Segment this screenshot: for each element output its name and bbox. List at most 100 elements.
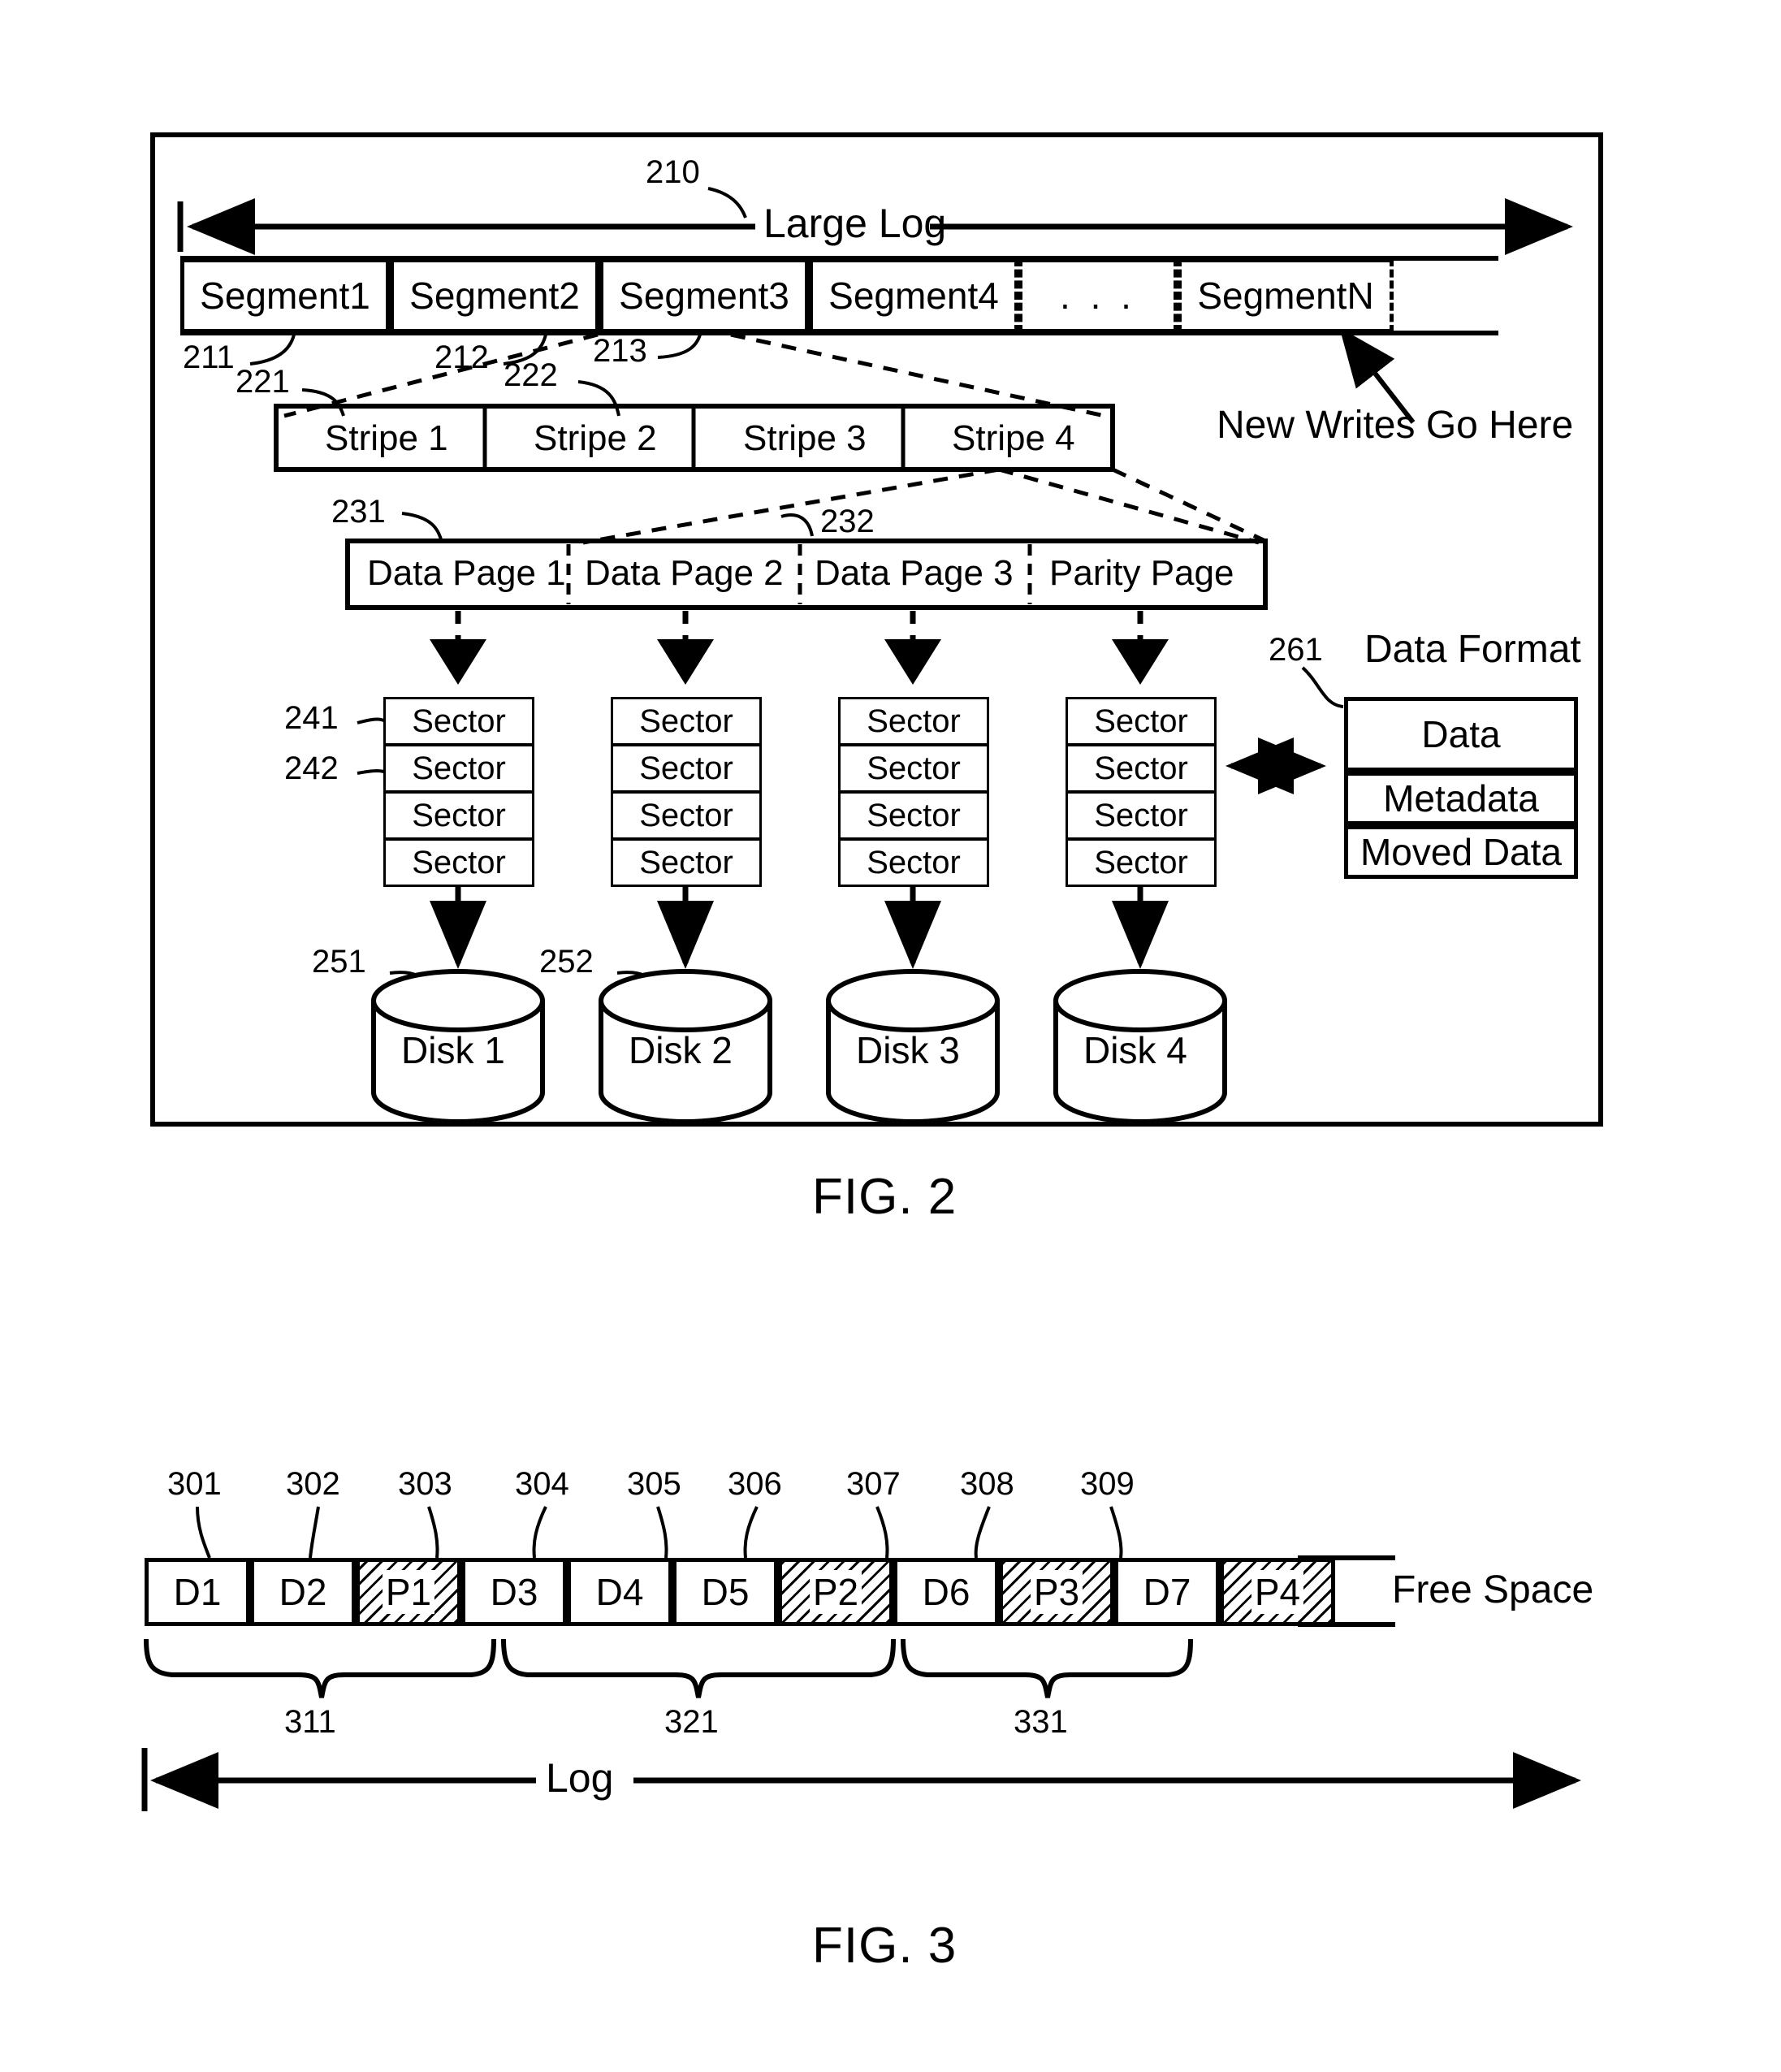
- ref-242: 242: [284, 751, 339, 786]
- ref-261-leader: [1301, 666, 1344, 708]
- brace-311: [144, 1638, 496, 1698]
- sector-cell: Sector: [383, 838, 534, 887]
- sector-cell: Sector: [838, 838, 989, 887]
- segment-label: SegmentN: [1197, 275, 1374, 317]
- ref-303: 303: [398, 1466, 452, 1502]
- ref-212: 212: [434, 340, 489, 375]
- ref-231: 231: [331, 494, 386, 530]
- sector-label: Sector: [867, 703, 961, 739]
- data-format-row-label: Moved Data: [1360, 831, 1562, 873]
- disk-label: Disk 2: [629, 1029, 733, 1071]
- sector-cell: Sector: [383, 791, 534, 840]
- segment-label: Segment1: [200, 275, 370, 317]
- brace-331: [901, 1638, 1193, 1698]
- sector-label: Sector: [1094, 750, 1188, 786]
- log-cell-d3: D3: [461, 1558, 567, 1626]
- parity-page-label: Parity Page: [1049, 553, 1234, 593]
- log-cell-label: P2: [809, 1570, 862, 1614]
- sector-label: Sector: [867, 844, 961, 880]
- sector-label: Sector: [412, 750, 506, 786]
- ref-241: 241: [284, 700, 339, 736]
- segment-label: Segment4: [828, 275, 999, 317]
- log-cell-label: D4: [595, 1571, 644, 1613]
- ref-252: 252: [539, 944, 594, 980]
- log-cell-d2: D2: [250, 1558, 356, 1626]
- log-cell-label: P4: [1251, 1570, 1304, 1614]
- sector-cell: Sector: [838, 791, 989, 840]
- log-cell-label: D3: [490, 1571, 538, 1613]
- ref-303-leader: [427, 1506, 439, 1559]
- data-page-label: Data Page 2: [585, 553, 784, 593]
- ref-311: 311: [284, 1704, 336, 1740]
- segment-label: Segment3: [619, 275, 789, 317]
- log-cell-label: D5: [701, 1571, 750, 1613]
- sector-cell: Sector: [611, 791, 762, 840]
- ref-210-leader: [707, 187, 747, 218]
- data-format-row-metadata: Metadata: [1344, 772, 1578, 825]
- log-cell-label: D6: [922, 1571, 970, 1613]
- ref-222-leader: [577, 380, 620, 417]
- large-log-label: Large Log: [763, 201, 947, 246]
- ref-222: 222: [504, 357, 558, 393]
- sector-cell: Sector: [383, 697, 534, 746]
- stripe-label: Stripe 3: [743, 418, 867, 458]
- log-cell-p4: P4: [1220, 1558, 1335, 1626]
- ref-301-leader: [196, 1506, 211, 1559]
- ref-305: 305: [627, 1466, 681, 1502]
- log-cell-d5: D5: [672, 1558, 778, 1626]
- ref-213: 213: [593, 333, 647, 369]
- data-format-row-label: Data: [1421, 713, 1501, 755]
- sector-label: Sector: [639, 844, 733, 880]
- segment-label: Segment2: [409, 275, 580, 317]
- ref-232: 232: [820, 504, 875, 539]
- segment-cell: Segment4: [809, 258, 1018, 333]
- log-cell-d4: D4: [567, 1558, 672, 1626]
- stripe-label: Stripe 4: [952, 418, 1075, 458]
- ref-211-leader: [249, 334, 296, 366]
- sector-label: Sector: [412, 844, 506, 880]
- sector-cell: Sector: [1066, 791, 1217, 840]
- ref-221: 221: [236, 364, 290, 400]
- brace-321: [501, 1638, 896, 1698]
- ref-306: 306: [728, 1466, 782, 1502]
- log-cell-label: D2: [279, 1571, 327, 1613]
- ref-331: 331: [1014, 1704, 1068, 1740]
- segment-cell-ellipsis: . . .: [1018, 258, 1178, 333]
- data-page-label: Data Page 3: [815, 553, 1014, 593]
- ref-210: 210: [646, 154, 700, 190]
- ref-309: 309: [1080, 1466, 1135, 1502]
- ref-308: 308: [960, 1466, 1014, 1502]
- sector-label: Sector: [867, 797, 961, 833]
- log-cell-label: D7: [1143, 1571, 1191, 1613]
- ref-307-leader: [875, 1506, 889, 1559]
- log-cell-label: P3: [1030, 1570, 1083, 1614]
- free-space-label: Free Space: [1392, 1568, 1594, 1611]
- ref-321: 321: [664, 1704, 719, 1740]
- new-writes-label: New Writes Go Here: [1217, 404, 1574, 447]
- sector-cell: Sector: [383, 744, 534, 793]
- data-format-title: Data Format: [1364, 628, 1581, 671]
- ref-309-leader: [1109, 1506, 1123, 1559]
- segment-cell: Segment3: [599, 258, 809, 333]
- ref-232-leader: [780, 513, 814, 537]
- disk-label: Disk 4: [1083, 1029, 1187, 1071]
- log-cell-d6: D6: [893, 1558, 999, 1626]
- sector-label: Sector: [1094, 703, 1188, 739]
- stripe-label: Stripe 1: [325, 418, 448, 458]
- stripe4-expand-right: [998, 467, 1260, 545]
- stripe4-expand-left: [582, 467, 1000, 545]
- ref-211: 211: [183, 340, 235, 375]
- data-format-row-data: Data: [1344, 697, 1578, 772]
- sector-cell: Sector: [1066, 697, 1217, 746]
- ref-306-leader: [743, 1506, 759, 1559]
- sector-label: Sector: [1094, 844, 1188, 880]
- ref-308-leader: [974, 1506, 991, 1559]
- sector-label: Sector: [867, 750, 961, 786]
- sector-cell: Sector: [611, 838, 762, 887]
- ref-307: 307: [846, 1466, 901, 1502]
- log-cell-p2: P2: [778, 1558, 893, 1626]
- figure2-caption: FIG. 2: [812, 1169, 958, 1225]
- stripe-label: Stripe 2: [534, 418, 657, 458]
- log-cell-p1: P1: [356, 1558, 461, 1626]
- ref-305-leader: [656, 1506, 668, 1559]
